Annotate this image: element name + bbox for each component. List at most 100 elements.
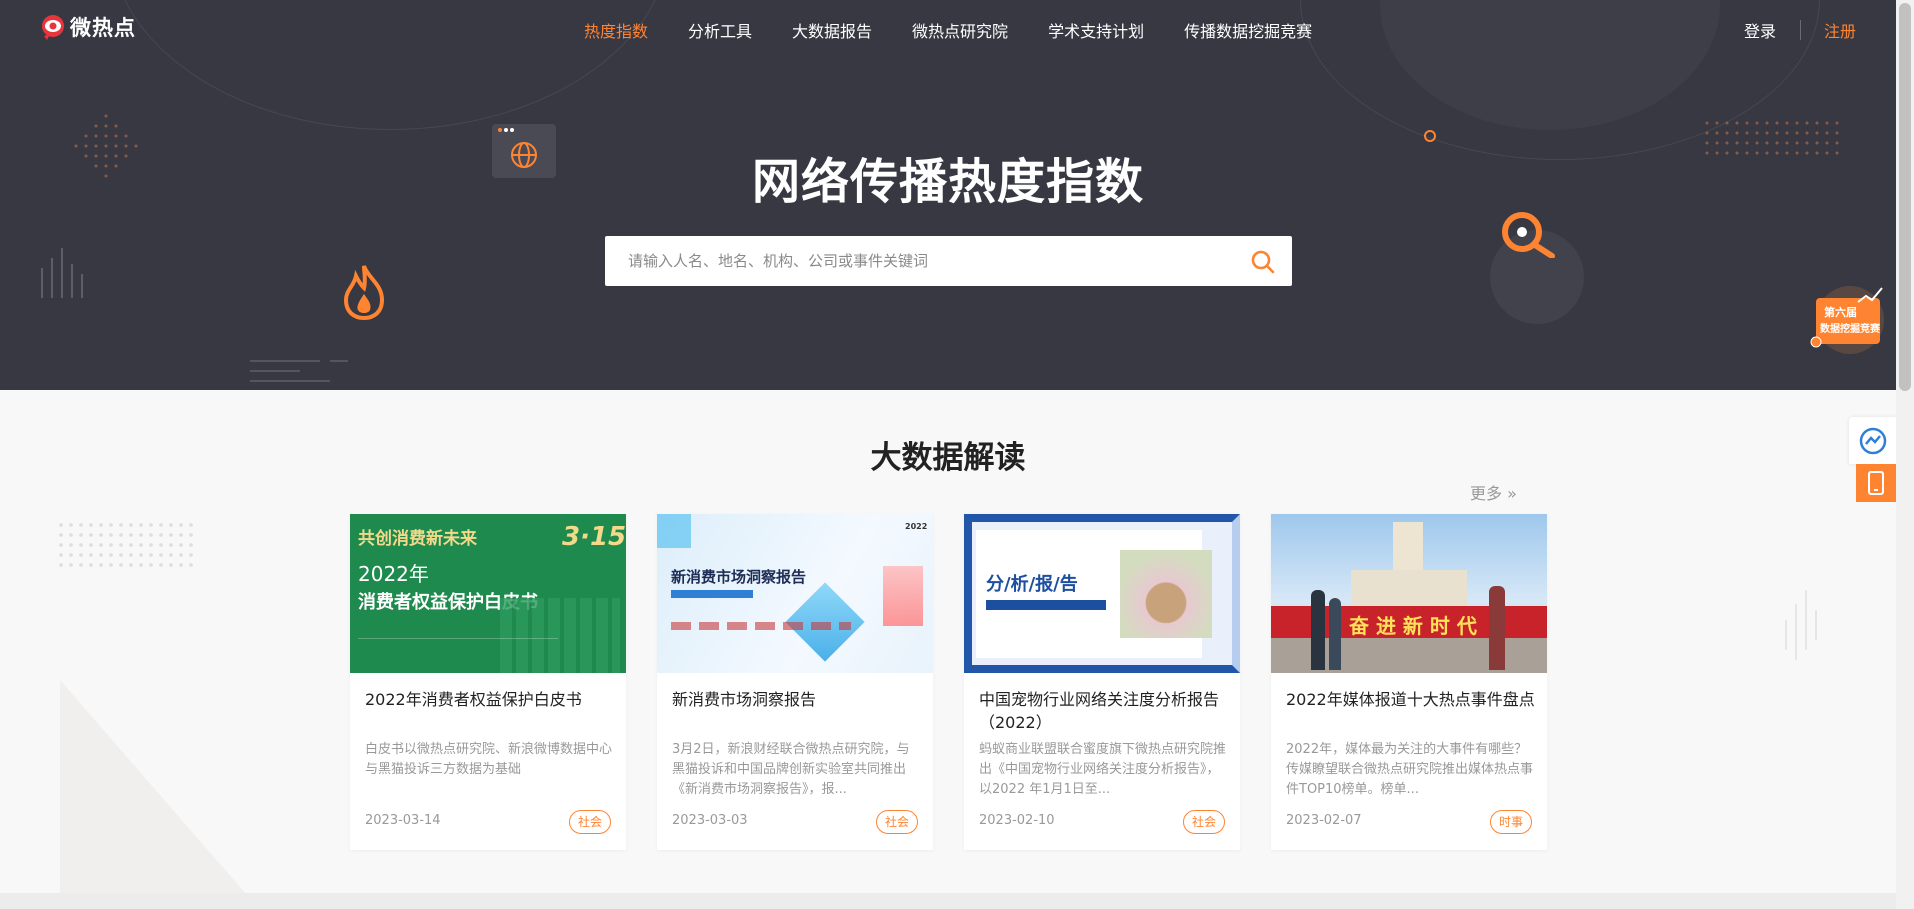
decor-dot	[89, 553, 93, 557]
nav-big-data-reports[interactable]: 大数据报告	[792, 18, 872, 42]
report-card[interactable]: 奋 进 新 时 代 2022年媒体报道十大热点事件盘点 2022年，媒体最为关注…	[1271, 514, 1547, 850]
search-box	[605, 236, 1292, 286]
decor-dot	[59, 543, 63, 547]
scrollbar-thumb[interactable]	[1899, 3, 1911, 391]
decor-dot	[129, 523, 133, 527]
category-tag[interactable]: 社会	[1182, 810, 1225, 834]
decor-dot	[1705, 131, 1709, 135]
more-link[interactable]: 更多 »	[1470, 480, 1517, 504]
decor-dot	[1835, 131, 1839, 135]
decor-dot	[1835, 121, 1839, 125]
category-tag[interactable]: 社会	[568, 810, 611, 834]
card-title: 2022年消费者权益保护白皮书	[365, 690, 582, 709]
report-card[interactable]: 分/析/报/告 中国宠物行业网络关注度分析报告（2022） 蚂蚁商业联盟联合蜜度…	[964, 514, 1240, 850]
decor-dot	[189, 543, 193, 547]
thumb-people	[1311, 590, 1325, 670]
mobile-button[interactable]	[1856, 464, 1896, 502]
decor-dot	[159, 563, 163, 567]
decor-dot	[1765, 121, 1769, 125]
logo[interactable]: 微热点	[38, 12, 136, 42]
decor-dot	[1715, 131, 1719, 135]
decor-dot	[59, 533, 63, 537]
decor-dot	[1825, 131, 1829, 135]
competition-badge[interactable]: 第六届 数据挖掘竞赛	[1810, 280, 1888, 356]
thumb-building	[1351, 570, 1467, 610]
decor-dot	[159, 533, 163, 537]
nav-data-mining-contest[interactable]: 传播数据挖掘竞赛	[1184, 18, 1312, 42]
decor-dot	[189, 523, 193, 527]
decor-dot	[109, 543, 113, 547]
card-desc: 蚂蚁商业联盟联合蜜度旗下微热点研究院推出《中国宠物行业网络关注度分析报告》，以2…	[979, 742, 1227, 797]
card-title: 中国宠物行业网络关注度分析报告（2022）	[979, 690, 1220, 732]
thumb-people	[1329, 598, 1341, 670]
flame-icon	[343, 265, 385, 320]
decor-dot	[99, 563, 103, 567]
decor-dot	[1815, 131, 1819, 135]
thumb-line1: 分/析/报/告	[986, 574, 1078, 595]
top-nav: 微热点 热度指数 分析工具 大数据报告 微热点研究院 学术支持计划 传播数据挖掘…	[0, 0, 1896, 56]
card-date: 2023-03-14	[365, 813, 441, 828]
decor-lines	[250, 360, 348, 382]
report-card[interactable]: 共创消费新未来 3·15 2022年 消费者权益保护白皮书 2022年消费者权益…	[350, 514, 626, 850]
search-input[interactable]	[605, 236, 1235, 286]
logo-text: 微热点	[70, 16, 136, 40]
auth-links: 登录 注册	[1744, 18, 1856, 42]
decor-lines	[1785, 590, 1817, 660]
decor-dot	[179, 523, 183, 527]
decor-dot	[119, 543, 123, 547]
thumb-people	[1489, 586, 1505, 670]
report-cards: 共创消费新未来 3·15 2022年 消费者权益保护白皮书 2022年消费者权益…	[350, 514, 1547, 850]
hero-title: 网络传播热度指数	[751, 154, 1144, 210]
card-desc: 3月2日，新浪财经联合微热点研究院，与黑猫投诉和中国品牌创新实验室共同推出《新消…	[672, 742, 910, 797]
content-section: 大数据解读 更多 » 共创消费新未来 3·15 2022年 消费者权益保护白皮书…	[0, 390, 1896, 909]
thumb-bar	[986, 600, 1106, 610]
decor-dot	[129, 553, 133, 557]
decor-dot	[169, 543, 173, 547]
decor-dot	[139, 553, 143, 557]
card-desc: 2022年，媒体最为关注的大事件有哪些？传媒瞭望联合微热点研究院推出媒体热点事件…	[1286, 742, 1534, 797]
bottom-strip	[0, 893, 1896, 909]
decor-dot	[149, 523, 153, 527]
thumb-line1: 奋 进 新 时 代	[1349, 614, 1477, 638]
side-toolbar	[1849, 417, 1896, 502]
thumb-line1: 共创消费新未来	[358, 529, 477, 549]
decor-dot	[179, 543, 183, 547]
decor-dot	[129, 543, 133, 547]
nav-analysis-tools[interactable]: 分析工具	[688, 18, 752, 42]
decor-lines	[41, 248, 83, 298]
category-tag[interactable]: 时事	[1489, 810, 1532, 834]
thumb-cat-photo	[1120, 550, 1212, 638]
decor-dot	[179, 553, 183, 557]
nav-academic-support[interactable]: 学术支持计划	[1048, 18, 1144, 42]
nav-research-institute[interactable]: 微热点研究院	[912, 18, 1008, 42]
decor-dot	[189, 553, 193, 557]
decor-dot	[89, 523, 93, 527]
thumb-sponsors	[671, 622, 851, 630]
search-icon[interactable]	[1250, 249, 1276, 275]
decor-dot	[149, 563, 153, 567]
login-link[interactable]: 登录	[1744, 18, 1776, 42]
assistant-button[interactable]	[1849, 417, 1896, 464]
decor-dot	[1755, 131, 1759, 135]
decor-dot	[69, 543, 73, 547]
decor-dot	[119, 563, 123, 567]
decor-dot	[1725, 121, 1729, 125]
decor-dot	[69, 553, 73, 557]
category-tag[interactable]: 社会	[875, 810, 918, 834]
decor-dot	[149, 533, 153, 537]
thumb-year: 2022年	[358, 562, 429, 586]
register-link[interactable]: 注册	[1824, 18, 1856, 42]
decor-dot	[79, 543, 83, 547]
decor-dot	[169, 553, 173, 557]
decor-dot	[1805, 121, 1809, 125]
decor-dot	[1825, 121, 1829, 125]
decor-dot	[169, 523, 173, 527]
svg-text:数据挖掘竞赛: 数据挖掘竞赛	[1820, 322, 1881, 335]
decor-dot	[59, 563, 63, 567]
nav-heat-index[interactable]: 热度指数	[584, 18, 648, 42]
svg-text:第六届: 第六届	[1824, 305, 1857, 319]
decor-dot	[59, 523, 63, 527]
report-card[interactable]: 2022 新消费市场洞察报告 新消费市场洞察报告 3月2日，新浪财经联合微热点研…	[657, 514, 933, 850]
decor-dot	[139, 543, 143, 547]
decor-dot	[149, 543, 153, 547]
